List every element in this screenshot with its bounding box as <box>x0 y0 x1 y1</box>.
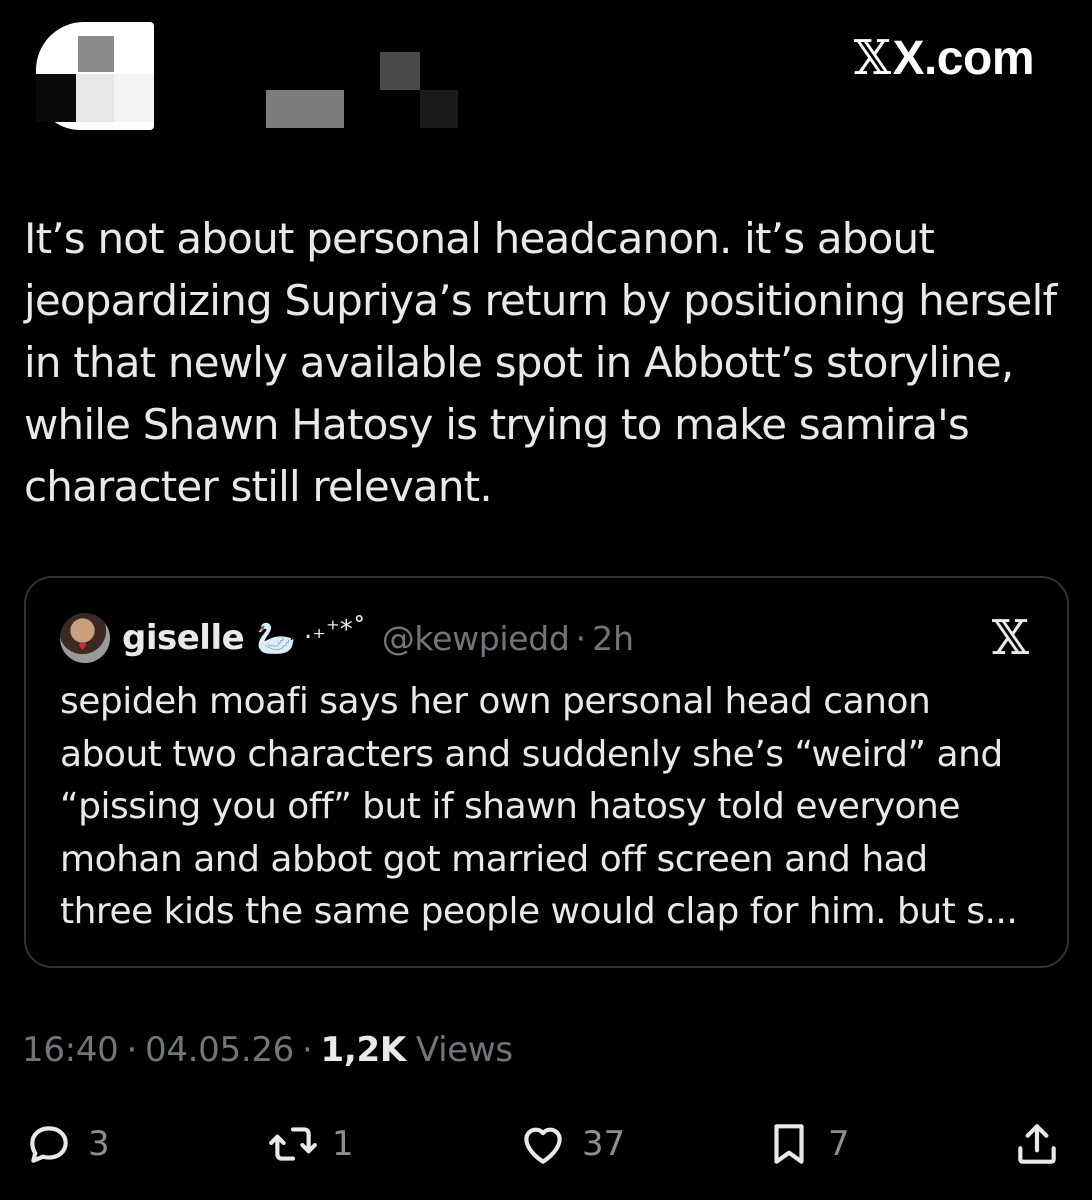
bookmark-icon <box>774 1124 804 1164</box>
post-date[interactable]: 04.05.26 <box>145 1030 294 1070</box>
quoted-post-header: ♥ giselle 🦢 .₊⁺*˚ @kewpiedd · 2h <box>60 608 634 668</box>
quoted-author-handle[interactable]: @kewpiedd <box>382 619 570 658</box>
censored-name-block <box>266 90 344 128</box>
post-metadata: 16:40 · 04.05.26 · 1,2K Views <box>22 1030 513 1070</box>
share-icon <box>1018 1124 1056 1164</box>
post-actions-bar: 3 1 37 7 <box>0 1112 1092 1176</box>
repost-button[interactable]: 1 <box>268 1112 354 1176</box>
quoted-author-name[interactable]: giselle <box>122 618 245 658</box>
x-logo-icon: 𝕏 <box>853 30 891 86</box>
separator-dot: · <box>575 618 587 658</box>
separator-dot: · <box>302 1030 313 1070</box>
post-time[interactable]: 16:40 <box>22 1030 119 1070</box>
reply-button[interactable]: 3 <box>24 1112 110 1176</box>
reply-count: 3 <box>88 1124 110 1164</box>
views-count: 1,2K <box>320 1030 407 1070</box>
post-header: 𝕏 X.com <box>0 0 1092 160</box>
x-brand-watermark: 𝕏 X.com <box>853 30 1035 86</box>
sparkle-decoration: .₊⁺*˚ <box>304 615 366 645</box>
quoted-post-time[interactable]: 2h <box>592 619 634 658</box>
censored-avatar <box>36 22 154 130</box>
heart-icon <box>524 1127 562 1164</box>
x-logo-icon: 𝕏 <box>991 610 1029 666</box>
goose-emoji-icon: 🦢 <box>256 619 297 657</box>
share-button[interactable] <box>1012 1112 1062 1176</box>
repost-icon <box>269 1127 317 1161</box>
quoted-post-card[interactable]: ♥ giselle 🦢 .₊⁺*˚ @kewpiedd · 2h 𝕏 sepid… <box>24 576 1069 968</box>
post-body-text: It’s not about personal headcanon. it’s … <box>24 214 1057 511</box>
repost-count: 1 <box>332 1124 354 1164</box>
views-label: Views <box>415 1030 513 1070</box>
quoted-author-avatar[interactable]: ♥ <box>60 613 110 663</box>
like-count: 37 <box>582 1124 626 1164</box>
censored-handle-block <box>380 52 420 90</box>
brand-text: X.com <box>892 32 1034 85</box>
like-button[interactable]: 37 <box>518 1112 625 1176</box>
censored-handle-block-2 <box>420 90 458 128</box>
bookmark-button[interactable]: 7 <box>764 1112 850 1176</box>
reply-icon <box>30 1126 68 1163</box>
separator-dot: · <box>126 1030 137 1070</box>
bookmark-count: 7 <box>828 1124 850 1164</box>
quoted-post-text: sepideh moafi says her own personal head… <box>60 681 1018 932</box>
